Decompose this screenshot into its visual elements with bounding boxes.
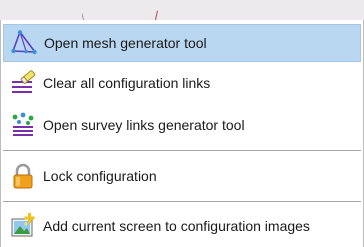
background-window-strip xyxy=(0,0,364,21)
menu-item-open-mesh-generator[interactable]: Open mesh generator tool xyxy=(3,24,361,62)
mesh-generator-icon xyxy=(11,30,37,55)
context-menu: Open mesh generator tool Clear all confi… xyxy=(0,20,364,247)
menu-item-open-survey-links-generator[interactable]: Open survey links generator tool xyxy=(3,106,361,144)
survey-links-icon xyxy=(12,112,34,136)
menu-item-label: Open survey links generator tool xyxy=(43,117,245,133)
background-curve xyxy=(149,9,158,21)
lock-icon xyxy=(13,163,33,189)
menu-item-label: Open mesh generator tool xyxy=(44,35,207,51)
clear-links-icon xyxy=(12,70,36,93)
menu-item-lock-configuration[interactable]: Lock configuration xyxy=(3,157,361,195)
add-screen-image-icon xyxy=(11,213,35,237)
menu-separator xyxy=(3,150,361,152)
menu-item-label: Lock configuration xyxy=(43,168,157,184)
menu-item-add-screen-to-configuration-images[interactable]: Add current screen to configuration imag… xyxy=(3,207,361,245)
menu-item-clear-configuration-links[interactable]: Clear all configuration links xyxy=(3,64,361,102)
menu-item-label: Add current screen to configuration imag… xyxy=(43,218,310,234)
context-menu-screenshot: Open mesh generator tool Clear all confi… xyxy=(0,0,364,247)
menu-separator xyxy=(3,201,361,203)
menu-item-label: Clear all configuration links xyxy=(43,75,211,91)
